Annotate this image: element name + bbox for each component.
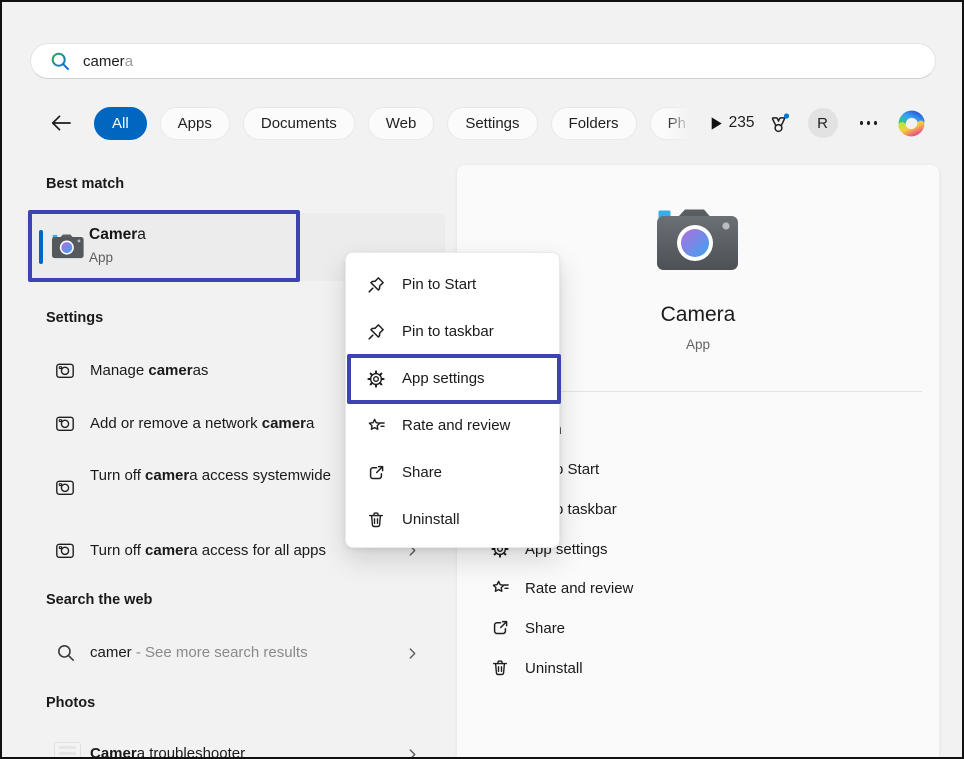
menu-item-rate-review[interactable]: Rate and review: [346, 402, 559, 449]
share-icon: [366, 463, 386, 483]
search-result-icon: [56, 643, 76, 663]
menu-item-pin-to-taskbar[interactable]: Pin to taskbar: [346, 308, 559, 355]
copilot-icon[interactable]: [895, 107, 928, 140]
menu-item-uninstall[interactable]: Uninstall: [346, 496, 559, 543]
play-icon: [706, 114, 725, 133]
filter-tab-folders[interactable]: Folders: [551, 107, 637, 140]
filter-toolbar: All Apps Documents Web Settings Folders …: [2, 104, 962, 142]
result-manage-cameras[interactable]: Manage cameras: [90, 362, 208, 379]
back-arrow-icon: [49, 111, 73, 135]
selection-accent-bar: [39, 230, 43, 264]
troubleshooter-icon: [54, 742, 81, 759]
menu-item-share[interactable]: Share: [346, 449, 559, 496]
chevron-right-icon: [405, 747, 420, 759]
rate-review-icon: [490, 578, 510, 598]
more-filters-button[interactable]: [704, 111, 728, 135]
filter-tab-settings[interactable]: Settings: [447, 107, 537, 140]
section-header-settings: Settings: [46, 310, 103, 326]
camera-outline-icon: [54, 412, 76, 434]
trash-icon: [366, 510, 386, 530]
filter-tab-all[interactable]: All: [94, 107, 147, 140]
share-icon: [490, 618, 510, 638]
rate-review-icon: [366, 416, 386, 436]
camera-outline-icon: [54, 476, 76, 498]
context-menu: Pin to Start Pin to taskbar App settings: [345, 252, 560, 548]
filter-tab-apps[interactable]: Apps: [160, 107, 230, 140]
account-avatar[interactable]: R: [808, 108, 838, 138]
chevron-right-icon: [405, 646, 420, 661]
pin-icon: [366, 275, 386, 295]
search-query-text: camer: [83, 53, 125, 70]
filter-tab-web[interactable]: Web: [368, 107, 435, 140]
trash-icon: [490, 658, 510, 678]
back-button[interactable]: [48, 110, 74, 136]
camera-app-icon-small: [52, 233, 84, 259]
section-header-web: Search the web: [46, 592, 152, 608]
result-web-search[interactable]: camer - See more search results: [90, 644, 308, 661]
panel-action-rate-review[interactable]: Rate and review: [457, 568, 939, 608]
search-window: camera All Apps Documents Web Settings F…: [0, 0, 964, 759]
rewards-button[interactable]: [766, 110, 792, 136]
filter-tab-photos-clipped[interactable]: Ph: [650, 107, 694, 140]
result-camera-access-systemwide[interactable]: Turn off camera access systemwide: [90, 465, 340, 487]
pin-icon: [366, 322, 386, 342]
panel-action-share[interactable]: Share: [457, 608, 939, 648]
menu-item-pin-to-start[interactable]: Pin to Start: [346, 261, 559, 308]
section-header-photos: Photos: [46, 695, 95, 711]
result-camera-access-all-apps[interactable]: Turn off camera access for all apps: [90, 542, 326, 559]
camera-app-icon-large: [657, 207, 739, 271]
search-input[interactable]: camera: [30, 43, 936, 79]
rewards-trophy-icon: [767, 112, 791, 135]
rewards-points: 235: [729, 114, 755, 132]
result-camera-troubleshooter[interactable]: Camera troubleshooter: [90, 745, 245, 759]
best-match-title: Camera: [89, 226, 146, 244]
filter-tab-documents[interactable]: Documents: [243, 107, 355, 140]
menu-item-app-settings[interactable]: App settings: [346, 355, 559, 402]
search-suggestion-text: a: [125, 53, 133, 70]
section-header-best-match: Best match: [46, 176, 124, 192]
more-options-icon[interactable]: [856, 117, 882, 129]
panel-action-uninstall[interactable]: Uninstall: [457, 648, 939, 688]
result-add-network-camera[interactable]: Add or remove a network camera: [90, 415, 314, 432]
gear-icon: [366, 369, 386, 389]
camera-outline-icon: [54, 539, 76, 561]
camera-outline-icon: [54, 359, 76, 381]
best-match-subtitle: App: [89, 250, 113, 265]
search-icon: [50, 51, 71, 72]
